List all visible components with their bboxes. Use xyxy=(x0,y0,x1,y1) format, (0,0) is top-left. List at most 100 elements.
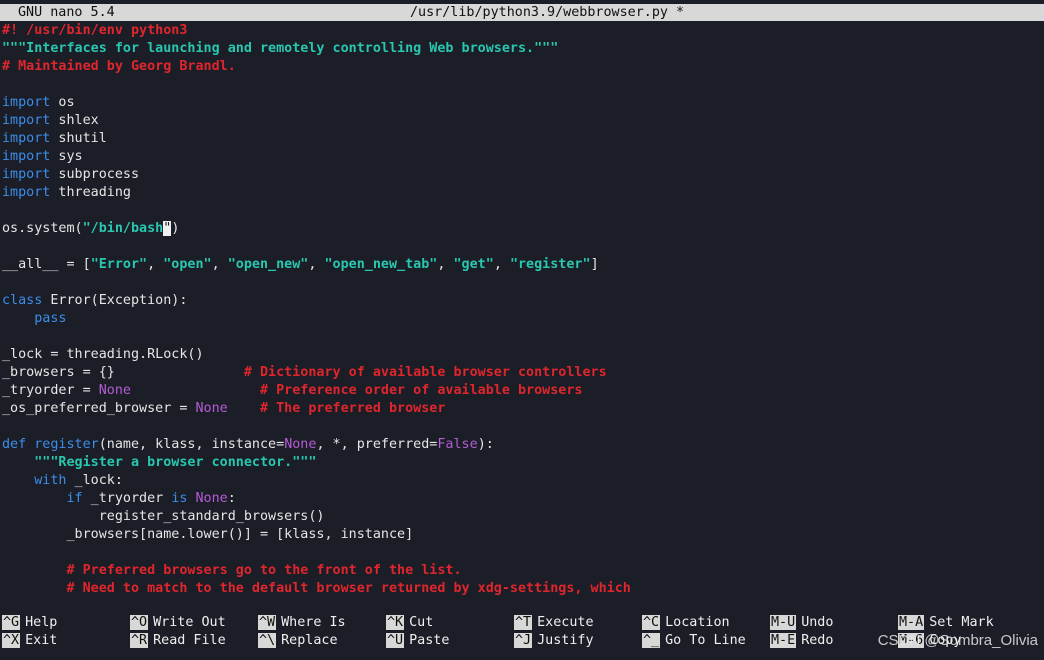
shortcut-cut[interactable]: ^K Cut xyxy=(386,614,433,632)
code-token: # Preference order of available browsers xyxy=(260,383,583,398)
code-token: # The preferred browser xyxy=(259,401,446,416)
code-line[interactable]: # Preferred browsers go to the front of … xyxy=(2,562,1042,580)
code-line[interactable] xyxy=(2,274,1042,292)
code-line[interactable]: register_standard_browsers() xyxy=(2,508,1042,526)
shortcut-set-mark[interactable]: M-A Set Mark xyxy=(898,614,994,632)
code-line[interactable]: """Interfaces for launching and remotely… xyxy=(2,40,1042,58)
code-line[interactable]: import shutil xyxy=(2,130,1042,148)
code-line[interactable] xyxy=(2,544,1042,562)
code-line[interactable]: class Error(Exception): xyxy=(2,292,1042,310)
code-line[interactable]: _tryorder = None # Preference order of a… xyxy=(2,382,1042,400)
code-token: #! /usr/bin/env python3 xyxy=(2,23,188,38)
shortcut-key: ^R xyxy=(130,633,149,648)
shortcut-label: Exit xyxy=(25,633,58,648)
code-token: os xyxy=(50,95,75,110)
code-line[interactable]: import sys xyxy=(2,148,1042,166)
code-line[interactable]: with _lock: xyxy=(2,472,1042,490)
code-token: with xyxy=(34,473,67,488)
code-token: import xyxy=(2,113,51,128)
code-line[interactable] xyxy=(2,76,1042,94)
code-token: """Interfaces for launching and remotely… xyxy=(2,41,559,56)
code-line[interactable]: #! /usr/bin/env python3 xyxy=(2,22,1042,40)
shortcut-key: ^T xyxy=(514,615,533,630)
code-token: False xyxy=(437,437,478,452)
shortcut-read-file[interactable]: ^R Read File xyxy=(130,632,226,650)
shortcut-replace[interactable]: ^\ Replace xyxy=(258,632,338,650)
shortcut-key: ^U xyxy=(386,633,405,648)
shortcut-label: Redo xyxy=(801,633,834,648)
code-token: register xyxy=(34,437,99,452)
code-token: ): xyxy=(477,437,494,452)
code-line[interactable]: import shlex xyxy=(2,112,1042,130)
code-line[interactable]: import threading xyxy=(2,184,1042,202)
code-token: class xyxy=(2,293,43,308)
shortcut-label: Execute xyxy=(537,615,594,630)
code-token: import xyxy=(2,185,51,200)
code-token: None xyxy=(195,401,228,416)
code-token: import xyxy=(2,131,51,146)
code-line[interactable] xyxy=(2,238,1042,256)
code-line[interactable]: """Register a browser connector.""" xyxy=(2,454,1042,472)
code-token: ) xyxy=(171,221,180,236)
shortcut-key: ^X xyxy=(2,633,21,648)
shortcut-location[interactable]: ^C Location xyxy=(642,614,730,632)
app-version: GNU nano 5.4 xyxy=(18,5,115,20)
shortcut-where-is[interactable]: ^W Where Is xyxy=(258,614,346,632)
shortcut-execute[interactable]: ^T Execute xyxy=(514,614,594,632)
shortcut-label: Undo xyxy=(801,615,834,630)
title-bar: GNU nano 5.4 /usr/lib/python3.9/webbrows… xyxy=(0,4,1044,21)
shortcut-label: Read File xyxy=(153,633,226,648)
shortcut-key: M-A xyxy=(898,615,925,630)
code-line[interactable]: _browsers[name.lower()] = [klass, instan… xyxy=(2,526,1042,544)
editor-text-area[interactable]: #! /usr/bin/env python3 """Interfaces for… xyxy=(2,22,1042,602)
code-token: ] xyxy=(590,257,599,272)
code-line[interactable] xyxy=(2,328,1042,346)
code-line[interactable] xyxy=(2,418,1042,436)
code-line[interactable]: # Maintained by Georg Brandl. xyxy=(2,58,1042,76)
code-line[interactable]: import os xyxy=(2,94,1042,112)
code-line[interactable]: _browsers = {} # Dictionary of available… xyxy=(2,364,1042,382)
code-token: pass xyxy=(34,311,67,326)
code-token: "/bin/bash xyxy=(82,221,164,236)
code-line[interactable]: def register(name, klass, instance=None,… xyxy=(2,436,1042,454)
shortcut-label: Go To Line xyxy=(665,633,746,648)
code-line[interactable]: __all__ = ["Error", "open", "open_new", … xyxy=(2,256,1042,274)
code-token: # Preferred browsers go to the front of … xyxy=(66,563,462,578)
code-line[interactable]: if _tryorder is None: xyxy=(2,490,1042,508)
code-token: "get" xyxy=(453,257,494,272)
code-line[interactable]: pass xyxy=(2,310,1042,328)
shortcut-key: ^C xyxy=(642,615,661,630)
shortcut-write-out[interactable]: ^O Write Out xyxy=(130,614,226,632)
code-line[interactable] xyxy=(2,202,1042,220)
shortcut-label: Where Is xyxy=(281,615,346,630)
code-token: import xyxy=(2,95,51,110)
code-line[interactable]: os.system("/bin/bash") xyxy=(2,220,1042,238)
shortcut-key: ^J xyxy=(514,633,533,648)
code-line[interactable]: _lock = threading.RLock() xyxy=(2,346,1042,364)
shortcut-exit[interactable]: ^X Exit xyxy=(2,632,57,650)
file-path: /usr/lib/python3.9/webbrowser.py * xyxy=(410,5,685,20)
code-line[interactable]: _os_preferred_browser = None # The prefe… xyxy=(2,400,1042,418)
code-token: , xyxy=(493,257,510,272)
shortcut-key: ^W xyxy=(258,615,277,630)
shortcut-label: Set Mark xyxy=(929,615,994,630)
shortcut-undo[interactable]: M-U Undo xyxy=(770,614,833,632)
code-token: "open" xyxy=(163,257,212,272)
code-token: threading xyxy=(50,185,131,200)
code-line[interactable]: import subprocess xyxy=(2,166,1042,184)
code-token: None xyxy=(284,437,317,452)
shortcut-justify[interactable]: ^J Justify xyxy=(514,632,594,650)
shortcut-label: Help xyxy=(25,615,58,630)
code-token: , xyxy=(308,257,325,272)
shortcut-go-to-line[interactable]: ^_ Go To Line xyxy=(642,632,746,650)
shortcut-key: ^G xyxy=(2,615,21,630)
shortcut-redo[interactable]: M-E Redo xyxy=(770,632,833,650)
code-line[interactable]: # Need to match to the default browser r… xyxy=(2,580,1042,598)
shortcut-help[interactable]: ^G Help xyxy=(2,614,57,632)
shortcut-paste[interactable]: ^U Paste xyxy=(386,632,449,650)
code-token: # Need to match to the default browser r… xyxy=(66,581,631,596)
